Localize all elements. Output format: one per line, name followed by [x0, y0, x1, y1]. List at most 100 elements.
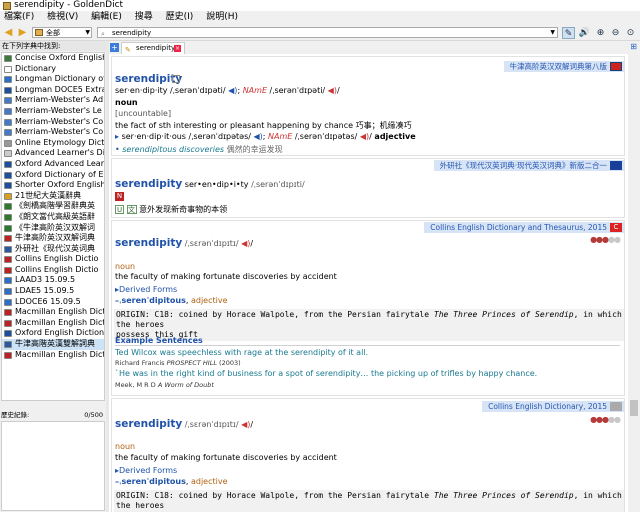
dictionary-icon [4, 182, 12, 190]
menu-history[interactable]: 歷史(I) [166, 11, 194, 24]
dictionary-list-item[interactable]: 牛津高階英漢雙解詞典 [2, 339, 104, 350]
scan-popup-icon[interactable]: ✎ [562, 27, 575, 39]
derived-forms-toggle[interactable]: ▸Derived Forms [115, 285, 177, 294]
tab-list-icon[interactable]: ⊞ [630, 42, 637, 51]
dictionary-list-item[interactable]: Longman Dictionary of [2, 74, 104, 85]
dictionary-icon [4, 309, 12, 317]
dictionary-list[interactable]: Concise Oxford English Dictionary Longman … [1, 52, 105, 401]
dictionary-label: LAAD3 15.09.5 [15, 275, 76, 285]
dictionary-header-collins-thesaurus[interactable]: Collins English Dictionary and Thesaurus… [424, 222, 624, 233]
dictionary-list-item[interactable]: 外研社《现代汉英词典 [2, 244, 104, 255]
dictionary-label: 21世紀大英漢辭典 [15, 190, 82, 200]
speaker-icon[interactable]: ◀) [241, 420, 250, 429]
dictionary-list-item[interactable]: Merriam-Webster's Co [2, 127, 104, 138]
speaker-icon[interactable]: ◀) [241, 239, 250, 248]
derivative-pron-br: /ˌserənˈdɪpətəs/ [188, 132, 251, 141]
menu-bar: 檔案(F) 檢視(V) 編輯(E) 搜尋 歷史(I) 說明(H) [0, 11, 640, 24]
window-title: serendipity - GoldenDict [14, 0, 124, 10]
pronunciation: /ˌserənˈdɪpɪti/ [251, 180, 305, 189]
definition-line: U 文 意外发现新奇事物的本领 [115, 204, 227, 215]
forward-icon[interactable]: ▶ [16, 26, 29, 39]
dictionary-icon [4, 351, 12, 359]
dictionary-list-item[interactable]: Longman DOCE5 Extra [2, 85, 104, 96]
dictionary-list-item[interactable]: LDOCE6 15.09.5 [2, 297, 104, 308]
literary-badge: 文 [126, 205, 137, 214]
menu-edit[interactable]: 編輯(E) [91, 11, 122, 24]
dictionary-label: Longman DOCE5 Extra [15, 84, 104, 94]
search-input[interactable]: ⌕ serendipity ▼ [97, 27, 558, 38]
definition-zh: 意外发现新奇事物的本领 [139, 205, 228, 214]
dictionary-list-item[interactable]: 牛津高阶英汉双解词典 [2, 233, 104, 244]
dictionary-list-item[interactable]: Merriam-Webster's Le [2, 106, 104, 117]
dictionary-list-item[interactable]: 《牛津高阶英汉双解词 [2, 223, 104, 234]
dictionary-list-item[interactable]: Merriam-Webster's Ad [2, 95, 104, 106]
derived-form-line: –ˌserenˈdipitous, adjective [115, 477, 228, 486]
dictionary-icon [4, 150, 12, 158]
dictionary-list-item[interactable]: Advanced Learner's Dic [2, 148, 104, 159]
derived-forms-toggle[interactable]: ▸Derived Forms [115, 466, 177, 475]
dictionary-list-item[interactable]: Collins English Dictio [2, 265, 104, 276]
derived-word: –ˌserenˈdipitous [115, 296, 186, 305]
title-bar: serendipity - GoldenDict [0, 0, 640, 11]
example-sentences-toggle[interactable]: Example Sentences [115, 336, 620, 346]
zoom-reset-icon[interactable]: ⊙ [624, 27, 637, 39]
menu-search[interactable]: 搜尋 [135, 11, 153, 24]
dictionary-list-item[interactable]: LAAD3 15.09.5 [2, 275, 104, 286]
dictionary-list-item[interactable]: Macmillan English Dict [2, 350, 104, 361]
dictionary-list-item[interactable]: Shorter Oxford English [2, 180, 104, 191]
history-list[interactable] [1, 421, 105, 511]
speaker-icon[interactable]: ◀) [328, 86, 337, 95]
menu-help[interactable]: 說明(H) [206, 11, 238, 24]
menu-view[interactable]: 檢視(V) [47, 11, 78, 24]
dictionary-list-item[interactable]: Concise Oxford English [2, 53, 104, 64]
dictionary-list-item[interactable]: Macmillan English Dict [2, 307, 104, 318]
found-in-dictionaries-label: 在下列字典中找到: [0, 41, 106, 51]
dictionary-list-item[interactable]: Collins English Dictio [2, 254, 104, 265]
source-year: (2003) [219, 359, 241, 367]
dictionary-icon [4, 256, 12, 264]
menu-file[interactable]: 檔案(F) [4, 11, 34, 24]
dictionary-icon [4, 192, 12, 200]
dictionary-list-item[interactable]: 《朗文當代高級英語辭 [2, 212, 104, 223]
example-source: Meek, M R D A Worm of Doubt [115, 381, 214, 389]
group-select[interactable]: 全部 ▼ [32, 27, 92, 38]
pronounce-icon[interactable]: 🔊 [578, 27, 591, 39]
dictionary-label: Merriam-Webster's Co [15, 127, 104, 137]
zoom-in-icon[interactable]: ⊕ [594, 27, 607, 39]
speaker-icon[interactable]: ◀) [254, 132, 263, 141]
speaker-icon[interactable]: ◀) [360, 132, 369, 141]
dictionary-header-fltrp[interactable]: 外研社《现代汉英词典·现代英汉词典》新版二合一 [433, 160, 624, 171]
dictionary-list-item[interactable]: LDAE5 15.09.5 [2, 286, 104, 297]
dictionary-list-item[interactable]: 《劍橋高階學習辭典英 [2, 201, 104, 212]
dictionary-list-item[interactable]: Oxford Advanced Learn [2, 159, 104, 170]
dictionary-list-item[interactable]: Macmillan English Dict [2, 318, 104, 329]
dictionary-header-oald[interactable]: 牛津高阶英汉双解词典第八版 [503, 61, 624, 72]
dictionary-list-item[interactable]: Online Etymology Dict [2, 138, 104, 149]
dictionary-name: 外研社《现代汉英词典·现代英汉词典》新版二合一 [439, 161, 607, 170]
dictionary-label: Advanced Learner's Dic [15, 148, 104, 158]
dictionary-icon [4, 139, 12, 147]
vertical-scrollbar[interactable] [628, 54, 640, 512]
zoom-out-icon[interactable]: ⊖ [609, 27, 622, 39]
speaker-icon[interactable]: ◀) [228, 86, 237, 95]
entry-fltrp: 外研社《现代汉英词典·现代英汉词典》新版二合一 serendipity ser•… [111, 158, 625, 218]
derivative-pos: adjective [374, 132, 416, 141]
dictionary-list-item[interactable]: Merriam-Webster's Co [2, 117, 104, 128]
dictionary-list-item[interactable]: 21世紀大英漢辭典 [2, 191, 104, 202]
dictionary-list-item[interactable]: Oxford English Diction [2, 328, 104, 339]
tab-serendipity[interactable]: ✎ serendipity × [121, 42, 185, 54]
scrollbar-thumb[interactable] [630, 400, 638, 416]
dictionary-header-collins[interactable]: Collins English Dictionary, 2015 [482, 401, 624, 412]
back-icon[interactable]: ◀ [2, 26, 15, 39]
favorite-checkbox[interactable] [172, 75, 180, 83]
search-icon: ⌕ [101, 30, 105, 38]
derived-pos: adjective [190, 477, 228, 486]
dictionary-label: Shorter Oxford English [15, 180, 104, 190]
part-of-speech: noun [115, 442, 136, 451]
dictionary-list-item[interactable]: Dictionary [2, 64, 104, 75]
close-tab-icon[interactable]: × [174, 45, 181, 52]
new-tab-icon[interactable]: + [110, 43, 119, 52]
part-of-speech: noun [115, 98, 138, 107]
history-label: 歷史紀錄: [1, 411, 30, 419]
dictionary-list-item[interactable]: Oxford Dictionary of Er [2, 170, 104, 181]
